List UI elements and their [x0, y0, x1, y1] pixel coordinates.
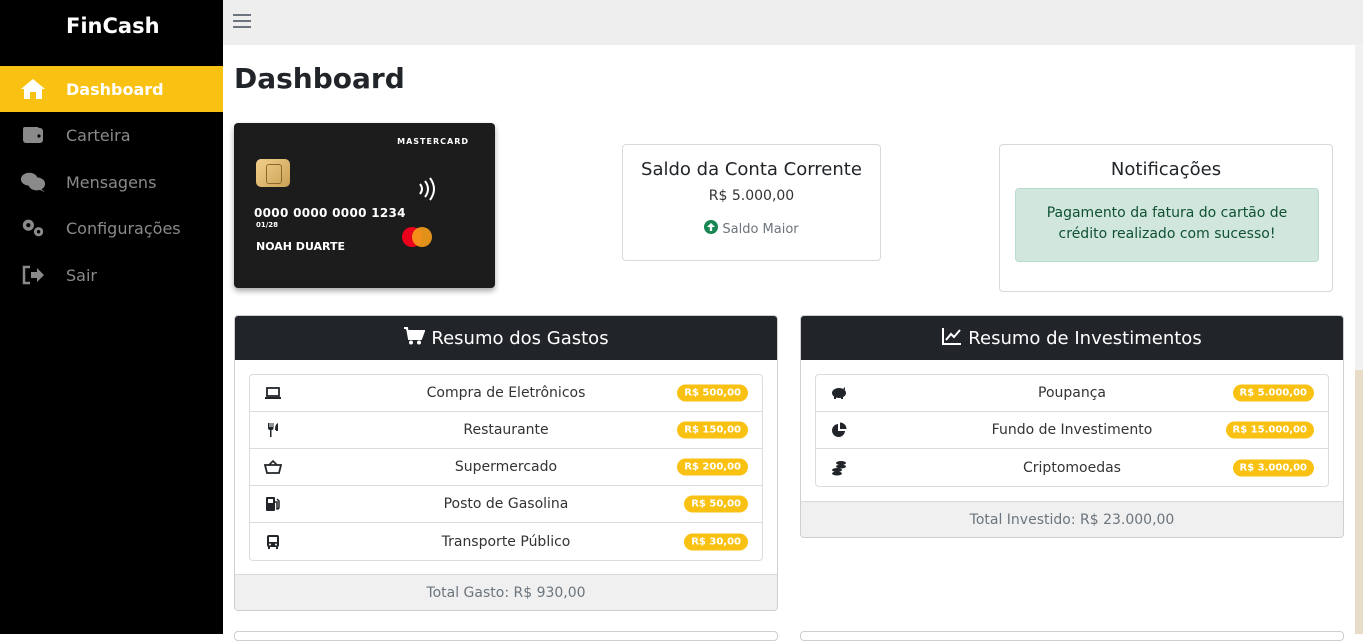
comments-icon: [20, 169, 46, 195]
sidebar-item-label: Carteira: [66, 125, 131, 145]
list-item: Transporte Público R$ 30,00: [250, 523, 762, 560]
shopping-cart-icon: [403, 326, 426, 350]
cogs-icon: [20, 215, 46, 241]
amount-badge: R$ 50,00: [684, 495, 748, 513]
investments-header: Resumo de Investimentos: [801, 316, 1343, 360]
investments-total: Total Investido: R$ 23.000,00: [801, 501, 1343, 537]
sidebar-item-dashboard[interactable]: Dashboard: [0, 66, 223, 112]
sidebar-item-label: Dashboard: [66, 79, 164, 99]
expenses-title: Resumo dos Gastos: [431, 327, 609, 349]
chip-icon: [256, 159, 290, 187]
top-bar: [223, 0, 1363, 45]
list-item: Posto de Gasolina R$ 50,00: [250, 486, 762, 523]
card-brand: MASTERCARD: [397, 137, 469, 146]
card-number: 0000 0000 0000 1234: [254, 206, 406, 220]
next-panel-right: [800, 631, 1344, 641]
card-expiry: 01/28: [256, 221, 279, 229]
notifications-title: Notificações: [1110, 159, 1222, 180]
credit-card: MASTERCARD 0000 0000 0000 1234 01/28 NOA…: [234, 123, 495, 288]
list-item: Fundo de Investimento R$ 15.000,00: [816, 412, 1328, 449]
expenses-total: Total Gasto: R$ 930,00: [235, 574, 777, 610]
notification-alert: Pagamento da fatura do cartão de crédito…: [1015, 188, 1319, 262]
page-title: Dashboard: [234, 62, 405, 95]
basket-icon: [264, 458, 282, 476]
list-item-label: Posto de Gasolina: [443, 496, 569, 512]
arrow-up-circle-icon: [704, 220, 719, 238]
amount-badge: R$ 15.000,00: [1225, 421, 1314, 439]
list-item-label: Fundo de Investimento: [991, 422, 1153, 438]
saldo-card: Saldo da Conta Corrente R$ 5.000,00 Sald…: [622, 144, 881, 261]
pie-chart-icon: [830, 421, 848, 439]
amount-badge: R$ 5.000,00: [1232, 384, 1314, 402]
sidebar: FinCash Dashboard Carteira Mensagens Con…: [0, 0, 223, 634]
list-item: Criptomoedas R$ 3.000,00: [816, 449, 1328, 486]
investments-list: Poupança R$ 5.000,00 Fundo de Investimen…: [815, 374, 1329, 487]
investments-title: Resumo de Investimentos: [968, 327, 1202, 349]
coins-icon: [830, 459, 848, 477]
list-item-label: Criptomoedas: [1023, 459, 1121, 476]
card-holder: NOAH DUARTE: [256, 240, 346, 253]
gas-pump-icon: [264, 495, 282, 513]
saldo-value: R$ 5.000,00: [708, 188, 795, 204]
contactless-icon: [416, 175, 440, 207]
expenses-panel: Resumo dos Gastos Compra de Eletrônicos …: [234, 315, 778, 611]
expenses-list: Compra de Eletrônicos R$ 500,00 Restaura…: [249, 374, 763, 561]
amount-badge: R$ 30,00: [684, 533, 748, 550]
list-item-label: Poupança: [1038, 385, 1106, 401]
list-item: Supermercado R$ 200,00: [250, 449, 762, 486]
saldo-trend: Saldo Maior: [623, 220, 880, 238]
list-item-label: Compra de Eletrônicos: [426, 385, 586, 401]
utensils-icon: [264, 421, 282, 439]
list-item-label: Supermercado: [454, 459, 558, 475]
amount-badge: R$ 200,00: [677, 458, 748, 476]
menu-toggle-icon[interactable]: [233, 14, 251, 30]
sidebar-item-mensagens[interactable]: Mensagens: [0, 159, 223, 205]
list-item-label: Restaurante: [463, 422, 549, 438]
amount-badge: R$ 3.000,00: [1232, 459, 1314, 476]
saldo-trend-label: Saldo Maior: [722, 221, 799, 237]
scrollbar-thumb[interactable]: [1355, 370, 1363, 634]
sidebar-item-label: Sair: [66, 265, 97, 285]
amount-badge: R$ 150,00: [677, 421, 748, 439]
saldo-title: Saldo da Conta Corrente: [641, 159, 862, 180]
list-item-label: Transporte Público: [441, 533, 571, 550]
list-item: Compra de Eletrônicos R$ 500,00: [250, 375, 762, 412]
investments-panel: Resumo de Investimentos Poupança R$ 5.00…: [800, 315, 1344, 538]
list-item: Poupança R$ 5.000,00: [816, 375, 1328, 412]
sidebar-item-label: Mensagens: [66, 172, 157, 192]
laptop-icon: [264, 384, 282, 402]
sign-out-icon: [20, 262, 46, 288]
wallet-icon: [20, 122, 46, 148]
sidebar-item-configuracoes[interactable]: Configurações: [0, 205, 223, 251]
sidebar-item-label: Configurações: [66, 218, 181, 238]
notifications-card: Notificações Pagamento da fatura do cart…: [999, 144, 1333, 292]
list-item: Restaurante R$ 150,00: [250, 412, 762, 449]
line-chart-icon: [942, 327, 962, 350]
mastercard-logo-icon: [402, 227, 434, 247]
next-panel-left: [234, 631, 778, 641]
brand-logo[interactable]: FinCash: [66, 14, 160, 38]
home-icon: [20, 76, 46, 102]
bus-icon: [264, 533, 282, 551]
sidebar-item-carteira[interactable]: Carteira: [0, 112, 223, 158]
amount-badge: R$ 500,00: [677, 384, 748, 402]
expenses-header: Resumo dos Gastos: [235, 316, 777, 360]
sidebar-item-sair[interactable]: Sair: [0, 252, 223, 298]
piggy-bank-icon: [830, 384, 848, 402]
